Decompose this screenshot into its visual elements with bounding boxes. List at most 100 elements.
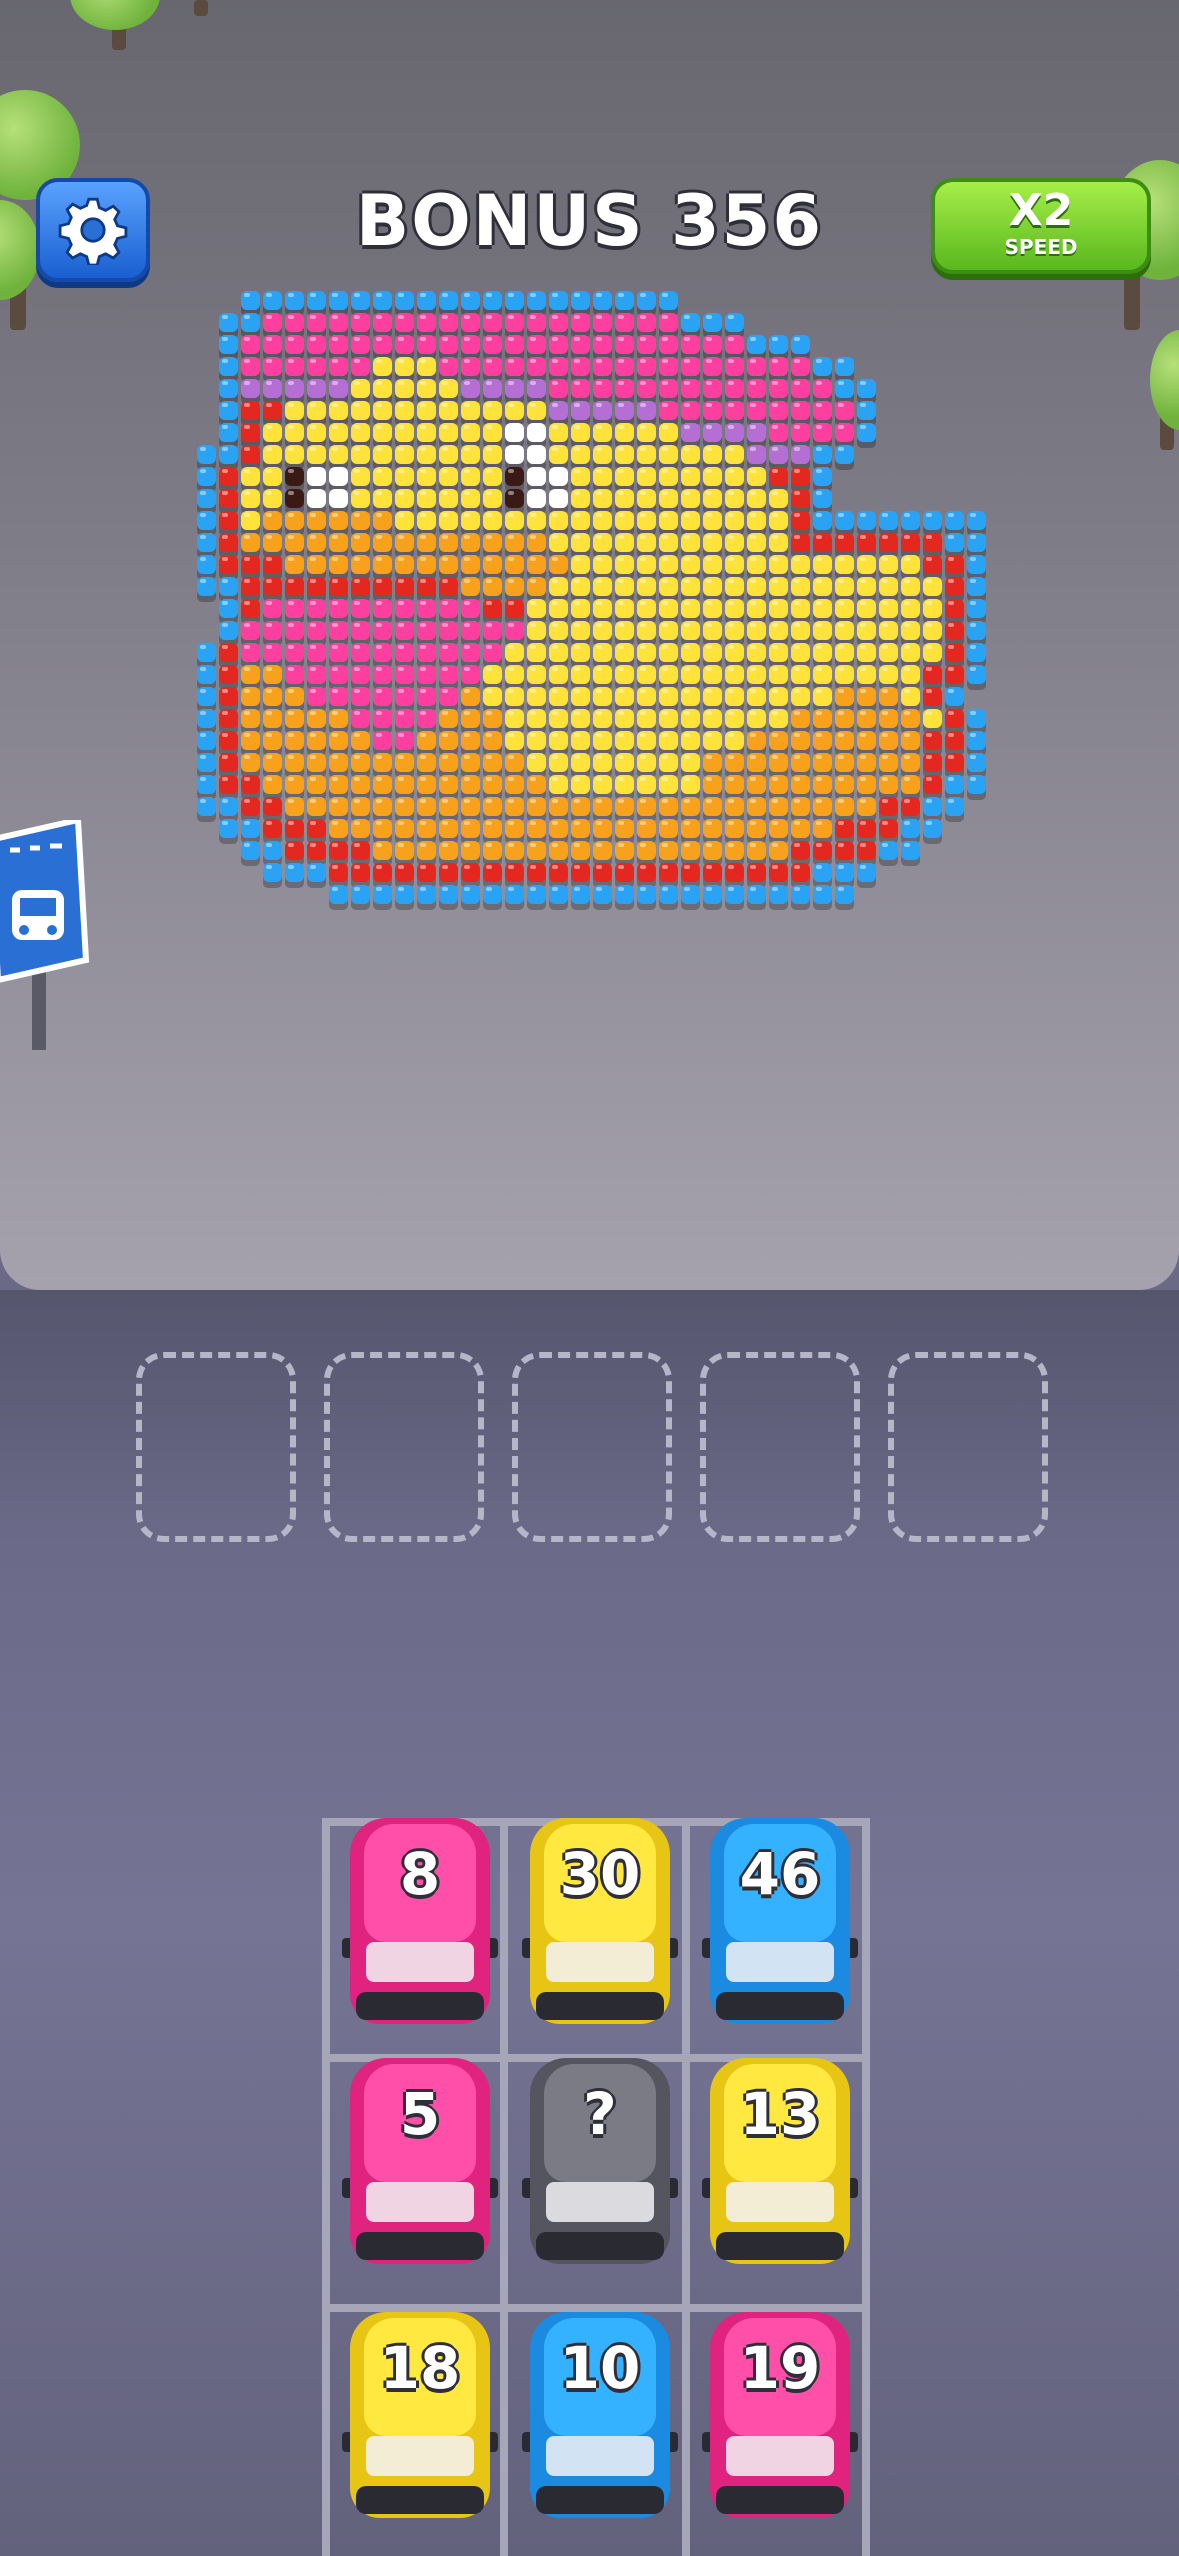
pixel-bead [659, 313, 678, 332]
pixel-bead [439, 577, 458, 596]
pixel-bead [241, 511, 260, 530]
pixel-bead [549, 335, 568, 354]
pixel-bead [307, 335, 326, 354]
pixel-bead [615, 577, 634, 596]
pixel-bead [571, 797, 590, 816]
pixel-bead [835, 797, 854, 816]
pixel-bead [659, 423, 678, 442]
pixel-bead [351, 643, 370, 662]
pixel-bead [615, 665, 634, 684]
pixel-bead [835, 599, 854, 618]
pixel-bead [351, 291, 370, 310]
pixel-bead [659, 775, 678, 794]
pixel-bead [373, 885, 392, 904]
pixel-bead [241, 379, 260, 398]
car-blue[interactable]: 46 [702, 1818, 858, 2024]
pixel-bead [725, 687, 744, 706]
pixel-bead [593, 379, 612, 398]
car-blue[interactable]: 10 [522, 2312, 678, 2518]
pixel-bead [571, 775, 590, 794]
pixel-bead [285, 489, 304, 508]
pixel-bead [791, 731, 810, 750]
pixel-bead [593, 489, 612, 508]
pixel-bead [923, 819, 942, 838]
pixel-bead [681, 885, 700, 904]
car-yellow[interactable]: 18 [342, 2312, 498, 2518]
pixel-bead [835, 511, 854, 530]
pixel-bead [769, 819, 788, 838]
pixel-bead [285, 863, 304, 882]
pixel-bead [813, 467, 832, 486]
pixel-bead [527, 555, 546, 574]
pixel-bead [439, 445, 458, 464]
pixel-bead [813, 819, 832, 838]
pixel-bead [593, 555, 612, 574]
pixel-bead [681, 423, 700, 442]
pixel-bead [923, 643, 942, 662]
pixel-bead [593, 753, 612, 772]
pixel-bead [285, 533, 304, 552]
pixel-bead [263, 489, 282, 508]
pixel-bead [505, 555, 524, 574]
pixel-bead [725, 313, 744, 332]
pixel-bead [593, 599, 612, 618]
pixel-bead [549, 643, 568, 662]
pixel-bead [901, 753, 920, 772]
car-number: 19 [739, 2334, 821, 2402]
pixel-bead [593, 401, 612, 420]
pixel-bead [835, 863, 854, 882]
pixel-bead [395, 379, 414, 398]
pixel-bead [615, 533, 634, 552]
pixel-bead [329, 731, 348, 750]
pixel-bead [483, 489, 502, 508]
pixel-bead [615, 775, 634, 794]
pixel-bead [329, 357, 348, 376]
pixel-bead [593, 533, 612, 552]
pixel-bead [769, 533, 788, 552]
pixel-bead [439, 621, 458, 640]
car-pink[interactable]: 5 [342, 2058, 498, 2264]
pixel-bead [461, 577, 480, 596]
car-yellow[interactable]: 30 [522, 1818, 678, 2024]
pixel-bead [307, 291, 326, 310]
pixel-bead [241, 445, 260, 464]
pixel-bead [813, 841, 832, 860]
car-pink[interactable]: 8 [342, 1818, 498, 2024]
pixel-bead [703, 467, 722, 486]
pixel-bead [285, 577, 304, 596]
pixel-bead [637, 313, 656, 332]
pixel-bead [285, 599, 304, 618]
pixel-bead [197, 753, 216, 772]
pixel-bead [813, 533, 832, 552]
pixel-bead [395, 577, 414, 596]
pixel-bead [219, 577, 238, 596]
pixel-bead [373, 841, 392, 860]
pixel-bead [505, 489, 524, 508]
pixel-bead [505, 819, 524, 838]
pixel-bead [263, 841, 282, 860]
car-gray[interactable]: ? [522, 2058, 678, 2264]
pixel-bead [439, 819, 458, 838]
pixel-bead [615, 401, 634, 420]
car-yellow[interactable]: 13 [702, 2058, 858, 2264]
pixel-bead [483, 819, 502, 838]
pixel-bead [747, 775, 766, 794]
speed-boost-button[interactable]: X2 SPEED [931, 178, 1151, 274]
pixel-bead [615, 753, 634, 772]
pixel-bead [219, 555, 238, 574]
pixel-bead [241, 753, 260, 772]
pixel-bead [659, 577, 678, 596]
pixel-bead [879, 599, 898, 618]
pixel-bead [373, 797, 392, 816]
pixel-bead [461, 313, 480, 332]
pixel-bead [351, 555, 370, 574]
pixel-bead [219, 797, 238, 816]
pixel-bead [439, 797, 458, 816]
pixel-bead [483, 775, 502, 794]
pixel-bead [769, 665, 788, 684]
pixel-bead [329, 577, 348, 596]
pixel-bead [593, 841, 612, 860]
pixel-bead [307, 533, 326, 552]
pixel-bead [527, 335, 546, 354]
car-pink[interactable]: 19 [702, 2312, 858, 2518]
